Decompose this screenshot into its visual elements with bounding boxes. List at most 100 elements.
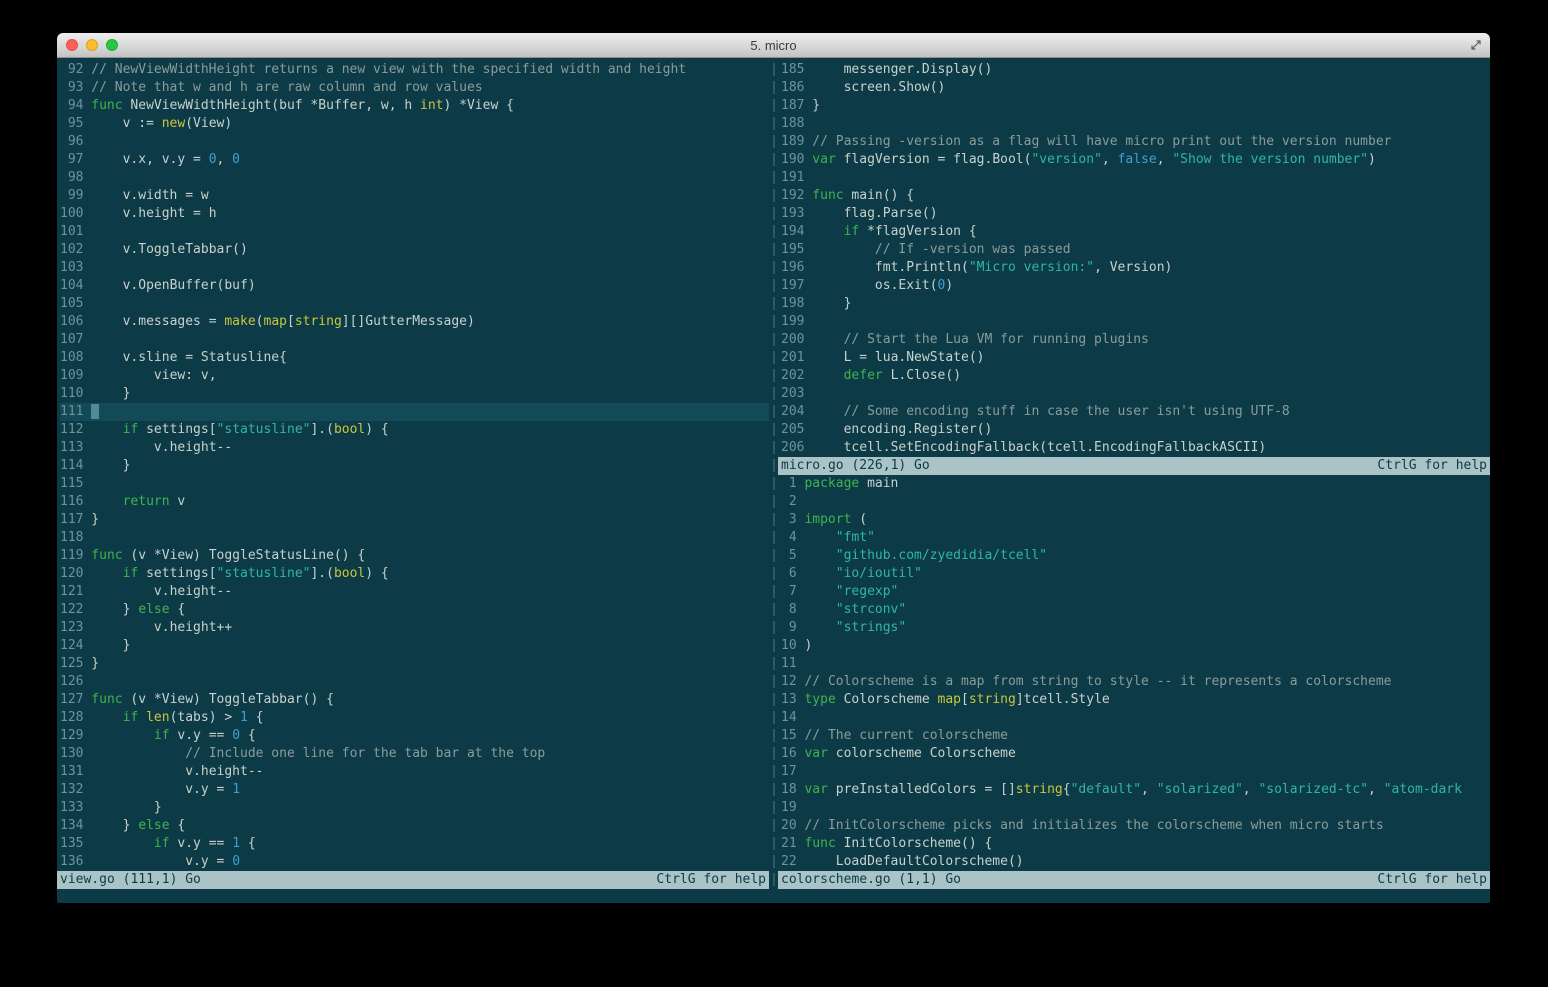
statusbar-view-go: view.go (111,1) Go CtrlG for help	[57, 871, 769, 889]
code-text: var flagVersion = flag.Bool("version", f…	[812, 152, 1376, 167]
code-line: 125}	[60, 655, 769, 673]
code-text: if v.y == 1 {	[153, 836, 256, 851]
code-text: v.ToggleTabbar()	[91, 242, 248, 257]
code-line: 189 // Passing -version as a flag will ha…	[781, 133, 1490, 151]
line-number: 106	[60, 314, 84, 329]
code-line: 3 import (	[781, 511, 1490, 529]
line-number: 191	[781, 170, 805, 185]
code-line: 16 var colorscheme Colorscheme	[781, 745, 1490, 763]
line-number: 92	[67, 62, 84, 77]
close-button[interactable]	[66, 39, 78, 51]
line-number: 20	[781, 818, 797, 833]
code-line: 205 encoding.Register()	[781, 421, 1490, 439]
code-line: 5 "github.com/zyedidia/tcell"	[781, 547, 1490, 565]
code-line: 13 type Colorscheme map[string]tcell.Styl…	[781, 691, 1490, 709]
line-number: 96	[67, 134, 84, 149]
line-number: 7	[788, 584, 797, 599]
line-number: 9	[788, 620, 797, 635]
line-number: 4	[788, 530, 797, 545]
line-number: 102	[60, 242, 84, 257]
code-text: // InitColorscheme picks and initializes…	[804, 818, 1384, 833]
code-text: // Passing -version as a flag will have …	[812, 134, 1392, 149]
code-line: 94 func NewViewWidthHeight(buf *Buffer, w…	[60, 97, 769, 115]
line-number: 132	[60, 782, 84, 797]
window-titlebar[interactable]: 5. micro	[57, 33, 1490, 58]
code-text: if *flagVersion {	[843, 224, 977, 239]
code-text: os.Exit(0)	[812, 278, 954, 293]
minimize-button[interactable]	[86, 39, 98, 51]
code-line: 128 if len(tabs) > 1 {	[60, 709, 769, 727]
line-number: 133	[60, 800, 84, 815]
code-line: 196 fmt.Println("Micro version:", Versio…	[781, 259, 1490, 277]
line-number: 199	[781, 314, 805, 329]
code-line: 17	[781, 763, 1490, 781]
line-number: 3	[788, 512, 797, 527]
code-text: // NewViewWidthHeight returns a new view…	[91, 62, 687, 77]
fullscreen-icon[interactable]	[1469, 38, 1483, 52]
code-line: 119 func (v *View) ToggleStatusLine() {	[60, 547, 769, 565]
code-line: 96	[60, 133, 769, 151]
code-line: 12 // Colorscheme is a map from string to…	[781, 673, 1490, 691]
line-number: 202	[781, 368, 805, 383]
line-number: 126	[60, 674, 84, 689]
code-line: 201 L = lua.NewState()	[781, 349, 1490, 367]
traffic-lights	[66, 33, 118, 57]
code-line: 134 } else {	[60, 817, 769, 835]
code-line: 202 defer L.Close()	[781, 367, 1490, 385]
code-text: }	[91, 512, 100, 527]
code-line: 117}	[60, 511, 769, 529]
code-line: 6 "io/ioutil"	[781, 565, 1490, 583]
statusbar-file-info: colorscheme.go (1,1) Go	[781, 872, 962, 887]
code-line: 9 "strings"	[781, 619, 1490, 637]
code-text: "github.com/zyedidia/tcell"	[835, 548, 1048, 563]
code-text: // Note that w and h are raw column and …	[91, 80, 483, 95]
code-line: 199	[781, 313, 1490, 331]
code-line: 105	[60, 295, 769, 313]
line-number: 189	[781, 134, 805, 149]
line-number: 15	[781, 728, 797, 743]
code-line: 10)	[781, 637, 1490, 655]
line-number: 197	[781, 278, 805, 293]
line-number: 11	[781, 656, 797, 671]
line-number: 100	[60, 206, 84, 221]
line-number: 107	[60, 332, 84, 347]
line-number: 134	[60, 818, 84, 833]
code-line: 123 v.height++	[60, 619, 769, 637]
code-line: 111	[60, 403, 769, 421]
code-line: 112 if settings["statusline"].(bool) {	[60, 421, 769, 439]
zoom-button[interactable]	[106, 39, 118, 51]
line-number: 19	[781, 800, 797, 815]
code-line: 19	[781, 799, 1490, 817]
code-text: // Start the Lua VM for running plugins	[812, 332, 1149, 347]
code-line: 130 // Include one line for the tab bar …	[60, 745, 769, 763]
code-text: // If -version was passed	[812, 242, 1071, 257]
code-text: v.height--	[91, 440, 233, 455]
code-text: v.width = w	[91, 188, 209, 203]
code-text: defer L.Close()	[843, 368, 962, 383]
line-number: 94	[67, 98, 84, 113]
code-line: 187}	[781, 97, 1490, 115]
code-line: 20 // InitColorscheme picks and initializ…	[781, 817, 1490, 835]
line-number: 120	[60, 566, 84, 581]
line-number: 119	[60, 548, 84, 563]
editor-pane-view-go[interactable]: 92 // NewViewWidthHeight returns a new vi…	[57, 61, 769, 871]
code-text: }	[91, 458, 131, 473]
code-line: 21 func InitColorscheme() {	[781, 835, 1490, 853]
code-text: fmt.Println("Micro version:", Version)	[812, 260, 1173, 275]
code-text: func InitColorscheme() {	[804, 836, 993, 851]
editor-pane-colorscheme-go[interactable]: 1 package main 2 3 import (4 "fmt" 5 "github.…	[778, 475, 1490, 871]
code-text: }	[91, 638, 131, 653]
code-line: 200 // Start the Lua VM for running plug…	[781, 331, 1490, 349]
code-text: func (v *View) ToggleStatusLine() {	[91, 548, 366, 563]
editor-pane-micro-go[interactable]: 185 messenger.Display() 186 screen.Show()…	[778, 61, 1490, 457]
window-title: 5. micro	[750, 37, 797, 53]
code-line: 127 func (v *View) ToggleTabbar() {	[60, 691, 769, 709]
line-number: 114	[60, 458, 84, 473]
code-line: 109 view: v,	[60, 367, 769, 385]
code-line: 132 v.y = 1	[60, 781, 769, 799]
line-number: 198	[781, 296, 805, 311]
line-number: 103	[60, 260, 84, 275]
line-number: 112	[60, 422, 84, 437]
line-number: 98	[67, 170, 84, 185]
code-line: 206 tcell.SetEncodingFallback(tcell.Enco…	[781, 439, 1490, 457]
